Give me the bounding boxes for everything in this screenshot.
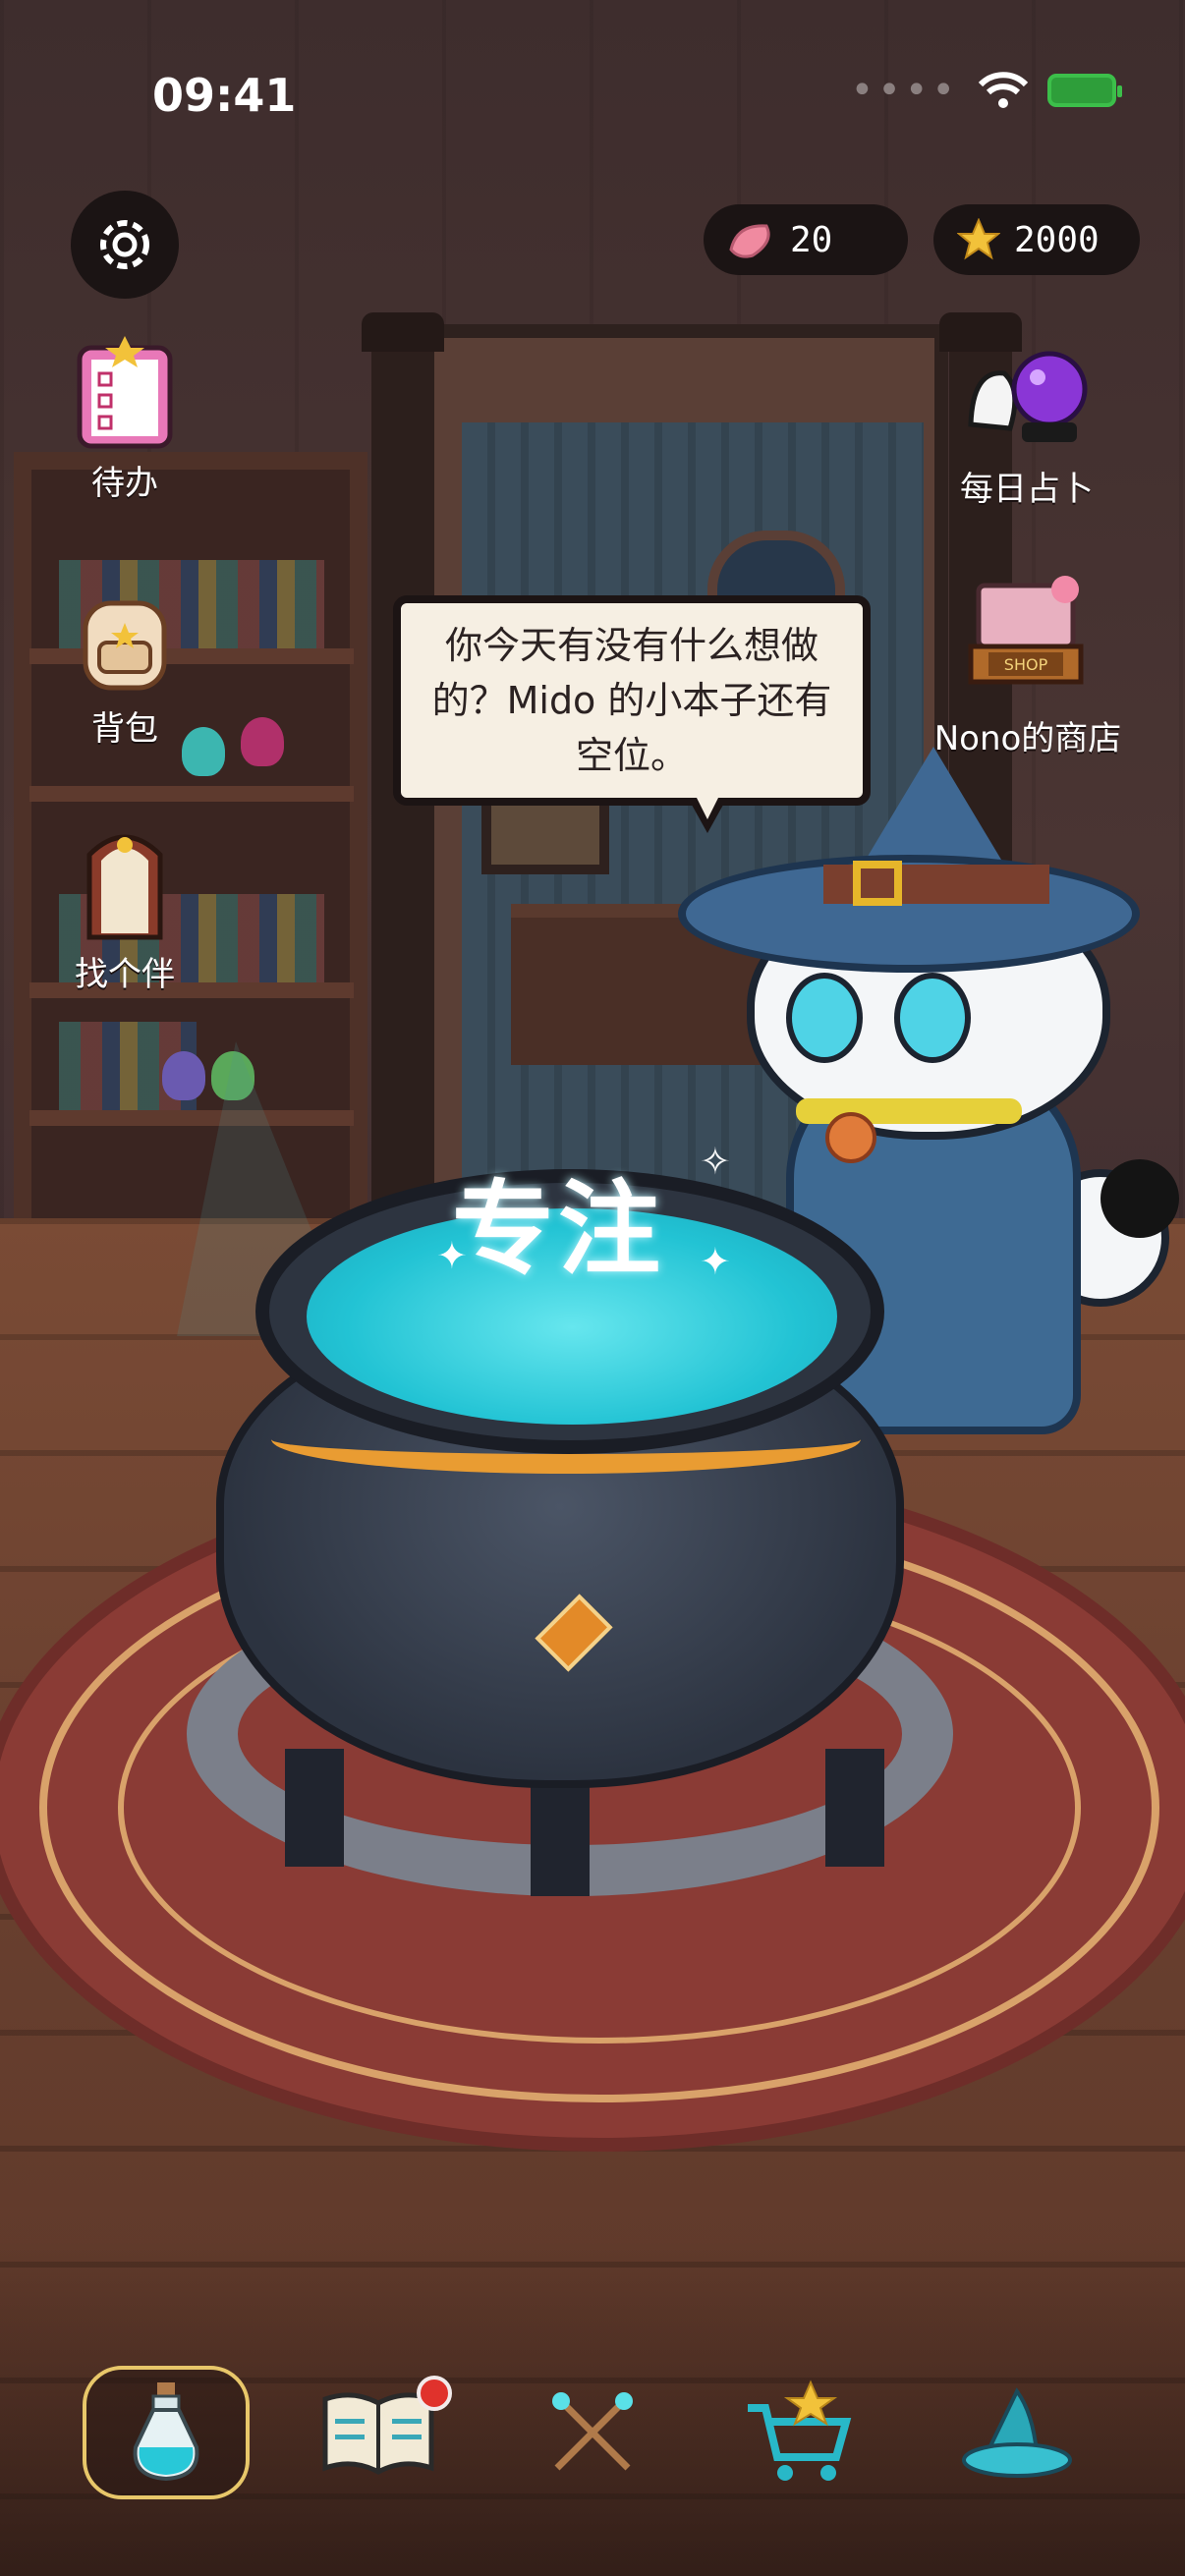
sparkle-icon: ✦ [436, 1234, 468, 1277]
daily-fortune-label: 每日占卜 [960, 470, 1094, 509]
speech-bubble[interactable]: 你今天有没有什么想做的？Mido 的小本子还有空位。 [393, 595, 871, 806]
backpack-label: 背包 [91, 709, 158, 749]
settings-button[interactable] [71, 191, 179, 299]
companion-label: 找个伴 [75, 955, 175, 994]
cat-right-eye [894, 973, 971, 1063]
petal-count: 20 [790, 219, 833, 260]
notification-badge [417, 2376, 452, 2411]
wifi-icon [978, 72, 1029, 108]
left-pillar-cap [362, 312, 444, 352]
sparkle-icon: ✧ [700, 1140, 731, 1183]
companion-door-icon [86, 834, 163, 940]
potion-bottle [241, 717, 284, 766]
shop-cart-icon [748, 2380, 852, 2481]
shop-icon: SHOP [968, 576, 1084, 685]
signal-dots-icon: •••• [850, 68, 959, 113]
shelf-board [29, 786, 354, 802]
status-indicators: •••• [850, 68, 1122, 113]
crystal-ball-icon [968, 351, 1088, 442]
cauldron-rope [271, 1405, 861, 1474]
cauldron-leg [285, 1749, 344, 1867]
cat-tail-tip [1100, 1159, 1179, 1238]
battery-icon [1047, 74, 1122, 107]
nav-tab-shop[interactable] [717, 2366, 884, 2499]
star-counter[interactable]: 2000 [933, 204, 1140, 275]
todo-label: 待办 [91, 464, 158, 503]
nono-shop-button[interactable]: SHOP Nono的商店 [930, 570, 1126, 759]
todo-clipboard-icon [77, 336, 173, 449]
cat-bell [825, 1112, 876, 1163]
cauldron-leg [825, 1749, 884, 1867]
petal-counter[interactable]: 20 [704, 204, 908, 275]
nono-shop-label: Nono的商店 [933, 719, 1122, 758]
daily-fortune-button[interactable]: 每日占卜 [933, 330, 1120, 510]
nav-tab-potion[interactable] [83, 2366, 250, 2499]
potion-icon [133, 2382, 199, 2482]
nav-tab-wizard[interactable] [933, 2366, 1100, 2499]
nav-tab-wands[interactable] [509, 2366, 676, 2499]
status-time: 09:41 [152, 69, 297, 122]
focus-label[interactable]: 专注 [452, 1146, 664, 1294]
backpack-icon [83, 600, 167, 691]
speech-bubble-tail-inner [696, 796, 719, 819]
star-count: 2000 [1014, 219, 1100, 260]
wizard-hat-icon [962, 2387, 1072, 2478]
companion-button[interactable]: 找个伴 [31, 815, 218, 995]
cat-collar [796, 1098, 1022, 1124]
speech-bubble-text: 你今天有没有什么想做的？Mido 的小本子还有空位。 [431, 624, 832, 777]
todo-button[interactable]: 待办 [31, 334, 218, 504]
sparkle-icon: ✦ [700, 1240, 731, 1283]
star-icon [957, 218, 1000, 260]
svg-text:SHOP: SHOP [1004, 655, 1048, 674]
petal-icon [729, 224, 770, 258]
cauldron-leg [531, 1778, 590, 1896]
wands-icon [552, 2392, 633, 2471]
cat-left-eye [786, 973, 863, 1063]
hat-buckle [853, 861, 902, 906]
backpack-button[interactable]: 背包 [31, 580, 218, 750]
gear-icon [100, 220, 149, 269]
